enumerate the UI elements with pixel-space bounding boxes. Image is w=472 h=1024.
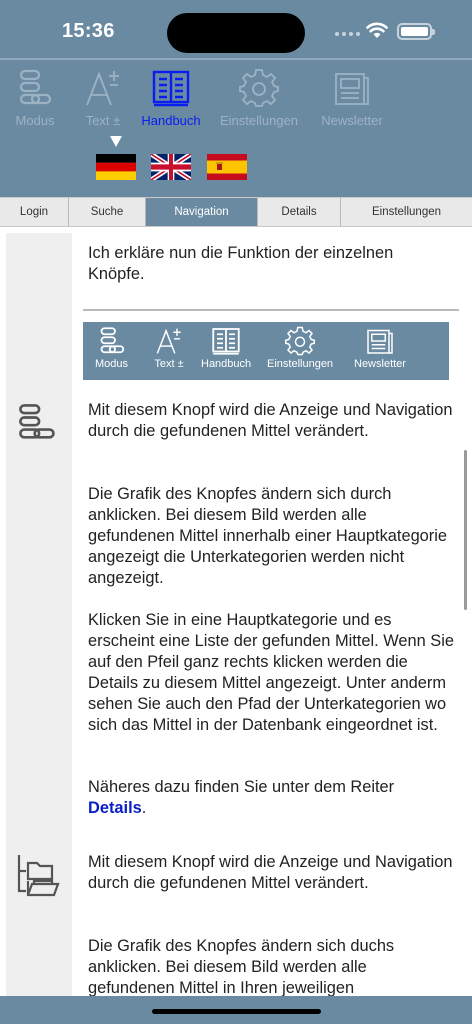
details-hint-period: . (141, 799, 147, 817)
guide-newsletter-label: Newsletter (354, 358, 406, 370)
tab-navigation[interactable]: Navigation (146, 198, 258, 226)
modus-icon (100, 327, 124, 354)
guide-einstellungen-label: Einstellungen (267, 358, 334, 370)
guide-einstellungen-item: Einstellungen (267, 325, 333, 370)
flag-spain[interactable] (207, 154, 247, 180)
text-size-icon (86, 71, 119, 106)
tab-login[interactable]: Login (0, 198, 69, 226)
book-icon (212, 328, 240, 355)
section1-paragraph-2: Die Grafik des Knopfes ändern sich durch… (88, 485, 448, 587)
guide-toolbar-image: Modus Text ± Handbuch Einstellungen News… (83, 322, 449, 380)
manual-content[interactable]: Ich erkläre nun die Funktion der einzeln… (0, 227, 472, 996)
intro-text: Ich erkläre nun die Funktion der einzeln… (88, 244, 394, 283)
details-hint-text: Näheres dazu finden Sie unter dem Reiter (88, 778, 395, 796)
newsletter-icon (367, 329, 393, 354)
selected-language-indicator (110, 136, 122, 147)
scrollbar[interactable] (464, 450, 467, 610)
toolbar-einstellungen-button[interactable]: Einstellungen (214, 68, 304, 128)
modus-icon (19, 69, 52, 105)
section1-paragraph-1: Mit diesem Knopf wird die Anzeige und Na… (88, 401, 453, 440)
toolbar-handbuch-button[interactable]: Handbuch (126, 68, 216, 128)
tab-details[interactable]: Details (258, 198, 341, 226)
guide-newsletter-item: Newsletter (354, 325, 406, 370)
content-divider (83, 309, 459, 311)
section1-paragraph-4: Näheres dazu finden Sie unter dem Reiter… (88, 777, 454, 819)
details-link[interactable]: Details (88, 799, 142, 817)
dynamic-island (167, 13, 305, 53)
section2-paragraph-1: Mit diesem Knopf wird die Anzeige und Na… (88, 853, 453, 892)
cellular-signal-icon (335, 32, 360, 36)
newsletter-icon (335, 73, 369, 105)
toolbar-newsletter-label: Newsletter (321, 113, 383, 128)
gear-icon (239, 69, 279, 107)
flag-uk[interactable] (151, 154, 191, 180)
toolbar-newsletter-button[interactable]: Newsletter (307, 68, 397, 128)
section1-paragraph-3: Klicken Sie in eine Hauptkategorie und e… (88, 611, 454, 734)
modus-icon (19, 404, 55, 439)
guide-modus-item: Modus (95, 325, 128, 370)
tab-suche[interactable]: Suche (69, 198, 146, 226)
toolbar-handbuch-label: Handbuch (141, 113, 201, 128)
guide-handbuch-item: Handbuch (201, 325, 251, 370)
gear-icon (285, 326, 316, 356)
folder-tree-icon (17, 855, 60, 897)
tab-bar: Login Suche Navigation Details Einstellu… (0, 197, 472, 227)
battery-icon (397, 23, 435, 40)
guide-modus-label: Modus (95, 358, 129, 370)
germany-flag-icon (96, 154, 136, 180)
flag-germany[interactable] (96, 154, 136, 180)
tab-einstellungen[interactable]: Einstellungen (341, 198, 472, 226)
status-time: 15:36 (62, 20, 115, 42)
guide-handbuch-label: Handbuch (201, 358, 252, 370)
home-indicator[interactable] (152, 1009, 321, 1014)
uk-flag-icon (151, 154, 191, 180)
text-size-icon (156, 328, 181, 354)
spain-flag-icon (207, 154, 247, 180)
book-icon (152, 70, 190, 107)
guide-text-size-item: Text ± (153, 325, 185, 370)
toolbar-einstellungen-label: Einstellungen (219, 113, 299, 128)
status-bar: 15:36 (0, 0, 472, 58)
guide-text-size-label: Text ± (154, 358, 184, 370)
wifi-icon (366, 22, 388, 38)
section2-paragraph-2: Die Grafik des Knopfes ändern sich duchs… (88, 937, 395, 996)
